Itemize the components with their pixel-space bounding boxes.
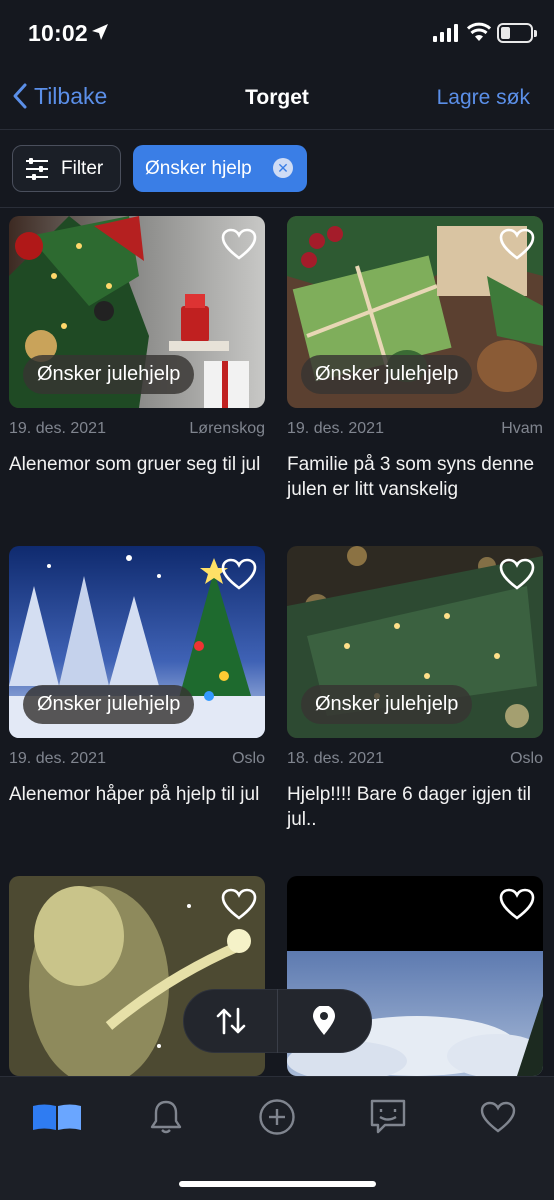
listing-card[interactable]: Ønsker julehjelp 19. des. 2021 Hvam Fami… [287,216,543,502]
active-filter-chip[interactable]: Ønsker hjelp ✕ [133,145,307,192]
tab-messages[interactable] [368,1097,408,1137]
listing-title: Hjelp!!!! Bare 6 dager igjen til jul.. [287,784,531,830]
listing-title: Alenemor håper på hjelp til jul [9,784,260,805]
sort-arrows-icon [216,1007,245,1035]
chat-smile-icon [370,1099,406,1134]
listing-badge: Ønsker julehjelp [23,685,195,724]
listing-image: Ønsker julehjelp [9,546,265,738]
tab-marketplace[interactable] [32,1097,82,1137]
listing-location: Lørenskog [189,420,265,437]
home-indicator [179,1181,376,1187]
listing-location: Oslo [232,750,265,767]
filter-row: Filter Ønsker hjelp ✕ [0,130,554,208]
listing-location: Oslo [510,750,543,767]
listing-date: 19. des. 2021 [9,750,106,767]
tab-notifications[interactable] [146,1097,186,1137]
navigation-bar: Tilbake Torget Lagre søk [0,68,554,130]
listing-card[interactable]: Ønsker julehjelp 18. des. 2021 Oslo Hjel… [287,546,543,832]
close-icon[interactable]: ✕ [273,158,293,178]
cellular-signal-icon [433,24,458,42]
listing-image: Ønsker julehjelp [287,546,543,738]
favorite-heart-icon[interactable] [499,888,535,920]
listing-card[interactable]: Ønsker julehjelp 19. des. 2021 Lørenskog… [9,216,265,477]
listing-image: Ønsker julehjelp [287,216,543,408]
listing-image: Ønsker julehjelp [9,216,265,408]
tab-bar [0,1076,554,1200]
save-search-button[interactable]: Lagre søk [437,86,530,110]
heart-icon [480,1101,516,1133]
listing-badge: Ønsker julehjelp [23,355,195,394]
plus-circle-icon [259,1099,295,1135]
book-icon [33,1104,81,1130]
wifi-icon [467,22,491,41]
filter-label: Filter [61,157,104,179]
listing-date: 19. des. 2021 [9,420,106,437]
listing-title: Alenemor som gruer seg til jul [9,454,261,475]
bell-icon [150,1100,182,1134]
status-time: 10:02 [28,20,88,46]
status-bar: 10:02 [0,0,554,68]
sort-button[interactable] [184,989,277,1053]
map-pin-icon [313,1006,336,1035]
chip-label: Ønsker hjelp [145,157,252,179]
favorite-heart-icon[interactable] [499,228,535,260]
favorite-heart-icon[interactable] [221,228,257,260]
listing-card[interactable]: Ønsker julehjelp 19. des. 2021 Oslo Alen… [9,546,265,807]
sort-location-toolbar [183,989,372,1053]
favorite-heart-icon[interactable] [221,888,257,920]
listing-badge: Ønsker julehjelp [301,685,473,724]
location-button[interactable] [278,989,371,1053]
favorite-heart-icon[interactable] [221,558,257,590]
listing-badge: Ønsker julehjelp [301,355,473,394]
tab-favorites[interactable] [478,1097,518,1137]
listing-location: Hvam [501,420,543,437]
filter-button[interactable]: Filter [12,145,121,192]
listing-title: Familie på 3 som syns denne julen er lit… [287,454,535,500]
listing-date: 18. des. 2021 [287,750,384,767]
sliders-icon [26,157,48,180]
location-arrow-icon [92,24,108,40]
favorite-heart-icon[interactable] [499,558,535,590]
listing-date: 19. des. 2021 [287,420,384,437]
tab-create[interactable] [257,1097,297,1137]
battery-icon [497,23,537,43]
